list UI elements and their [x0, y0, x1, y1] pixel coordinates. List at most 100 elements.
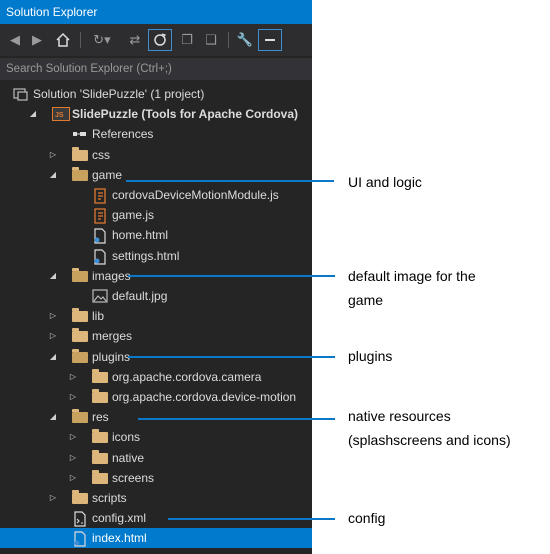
folder-icon: [92, 469, 108, 484]
folder-open-icon: [72, 166, 88, 181]
expand-arrow-icon[interactable]: ◢: [48, 347, 58, 367]
tree-item[interactable]: ▷ css: [0, 145, 312, 165]
tree-item-label: home.html: [112, 228, 169, 243]
js-file-icon: [92, 208, 108, 224]
tree-item-label: SlidePuzzle (Tools for Apache Cordova): [72, 107, 299, 122]
expand-arrow-icon[interactable]: ◢: [48, 165, 58, 185]
tree-item[interactable]: ▷ native: [0, 448, 312, 468]
tree-item[interactable]: cordovaDeviceMotionModule.js: [0, 185, 312, 205]
tree-item-label: css: [92, 147, 110, 162]
tree-item[interactable]: References: [0, 124, 312, 144]
collapse-arrow-icon[interactable]: ▷: [68, 367, 78, 387]
forward-icon[interactable]: ▶: [28, 29, 46, 51]
collapse-all-icon[interactable]: ❐: [176, 29, 198, 51]
collapse-arrow-icon[interactable]: ▷: [48, 145, 58, 165]
tree-item-label: References: [92, 127, 154, 142]
tree-item-label: game: [92, 167, 123, 182]
tree-item-label: screens: [112, 470, 155, 485]
tree-item-label: default.jpg: [112, 289, 168, 303]
collapse-arrow-icon[interactable]: ▷: [68, 448, 78, 468]
folder-icon: [72, 308, 88, 323]
home-icon: [56, 32, 70, 47]
annotation-native-line1: native resources: [348, 408, 451, 424]
tree-item[interactable]: ▷ screens: [0, 468, 312, 488]
back-icon[interactable]: ◀: [6, 29, 24, 51]
tree-item[interactable]: ▷ org.apache.cordova.device-motion: [0, 387, 312, 407]
tree-item-label: res: [92, 410, 109, 425]
collapse-arrow-icon[interactable]: ▷: [68, 427, 78, 447]
xml-file-icon: [72, 511, 88, 527]
collapse-arrow-icon[interactable]: ▷: [68, 387, 78, 407]
show-all-files-icon[interactable]: ❑: [200, 29, 222, 51]
toolbar-separator: [228, 32, 229, 48]
tree-item-label: images: [92, 268, 131, 283]
tree-item[interactable]: ▷ merges: [0, 326, 312, 346]
tree-item-label: game.js: [112, 208, 155, 223]
callout-line-plugins: [128, 356, 335, 358]
collapse-arrow-icon[interactable]: ▷: [68, 468, 78, 488]
solution-explorer-panel: Solution Explorer ◀ ▶ ↻▾ ⇄ ❐ ❑ 🔧 Search …: [0, 0, 312, 554]
folder-icon: [72, 328, 88, 343]
html-file-icon: [92, 228, 108, 244]
expand-arrow-icon[interactable]: ◢: [48, 407, 58, 427]
expand-arrow-icon[interactable]: ◢: [48, 266, 58, 286]
sync-icon[interactable]: ⇄: [124, 29, 146, 51]
html-file-icon: [72, 531, 88, 547]
panel-title: Solution Explorer: [0, 0, 312, 24]
collapse-arrow-icon[interactable]: ▷: [48, 488, 58, 508]
toolbar: ◀ ▶ ↻▾ ⇄ ❐ ❑ 🔧: [0, 24, 312, 56]
folder-icon: [72, 146, 88, 161]
tree-item-label: org.apache.cordova.camera: [112, 369, 262, 384]
tree-item[interactable]: default.jpg: [0, 286, 312, 306]
folder-icon: [72, 490, 88, 504]
search-input[interactable]: Search Solution Explorer (Ctrl+;): [0, 58, 312, 80]
tree-item-label: index.html: [92, 531, 147, 546]
svg-text:JS: JS: [55, 112, 64, 119]
collapse-arrow-icon[interactable]: ▷: [48, 326, 58, 346]
annotation-ui-logic: UI and logic: [348, 174, 422, 190]
properties-wrench-icon[interactable]: 🔧: [234, 29, 256, 51]
references-icon: [72, 127, 88, 141]
folder-open-icon: [72, 409, 88, 424]
refresh-button[interactable]: [148, 29, 172, 51]
expand-arrow-icon[interactable]: ◢: [28, 104, 38, 124]
tree-item-label: settings.html: [112, 248, 180, 263]
tree-item-label: cordovaDeviceMotionModule.js: [112, 188, 279, 202]
tree-item[interactable]: index.html: [0, 528, 312, 549]
home-button[interactable]: [52, 29, 74, 51]
tree-item[interactable]: ▷ lib: [0, 306, 312, 326]
toolbar-separator: [80, 32, 81, 48]
folder-icon: [92, 389, 108, 403]
tree-item-label: config.xml: [92, 511, 147, 526]
tree-item-label: merges: [92, 329, 133, 344]
tree-item-label: icons: [112, 430, 141, 445]
callout-line-native: [138, 418, 335, 420]
tree-item-label: lib: [92, 309, 105, 324]
refresh-icon: [154, 33, 167, 46]
annotation-plugins: plugins: [348, 348, 393, 364]
tree-item[interactable]: ▷ org.apache.cordova.camera: [0, 367, 312, 387]
annotation-native-line2: (splashscreens and icons): [348, 432, 511, 448]
tree-item-label: scripts: [92, 491, 127, 505]
tree-item[interactable]: settings.html: [0, 246, 312, 266]
tree-item-label: Solution 'SlidePuzzle' (1 project): [33, 87, 205, 101]
collapse-arrow-icon[interactable]: ▷: [48, 306, 58, 326]
pending-changes-filter-icon[interactable]: ↻▾: [88, 29, 116, 51]
tree-item[interactable]: Solution 'SlidePuzzle' (1 project): [0, 84, 312, 104]
preview-selected-items-button[interactable]: [258, 29, 282, 51]
tree-item[interactable]: ◢ JS SlidePuzzle (Tools for Apache Cordova…: [0, 104, 312, 124]
folder-open-icon: [72, 348, 88, 363]
tree-item-label: plugins: [92, 349, 131, 364]
tree-item[interactable]: game.js: [0, 205, 312, 225]
folder-open-icon: [72, 267, 88, 282]
annotation-default-image-line1: default image for the: [348, 268, 476, 284]
html-file-icon: [92, 248, 108, 265]
solution-icon: [13, 87, 29, 101]
tree-item[interactable]: ▷ icons: [0, 427, 312, 447]
tree-item[interactable]: home.html: [0, 225, 312, 245]
folder-icon: [92, 449, 108, 464]
tree-item[interactable]: ▷ scripts: [0, 488, 312, 508]
tree-item-label: native: [112, 450, 145, 465]
js-file-icon: [92, 188, 108, 204]
folder-icon: [92, 429, 108, 444]
